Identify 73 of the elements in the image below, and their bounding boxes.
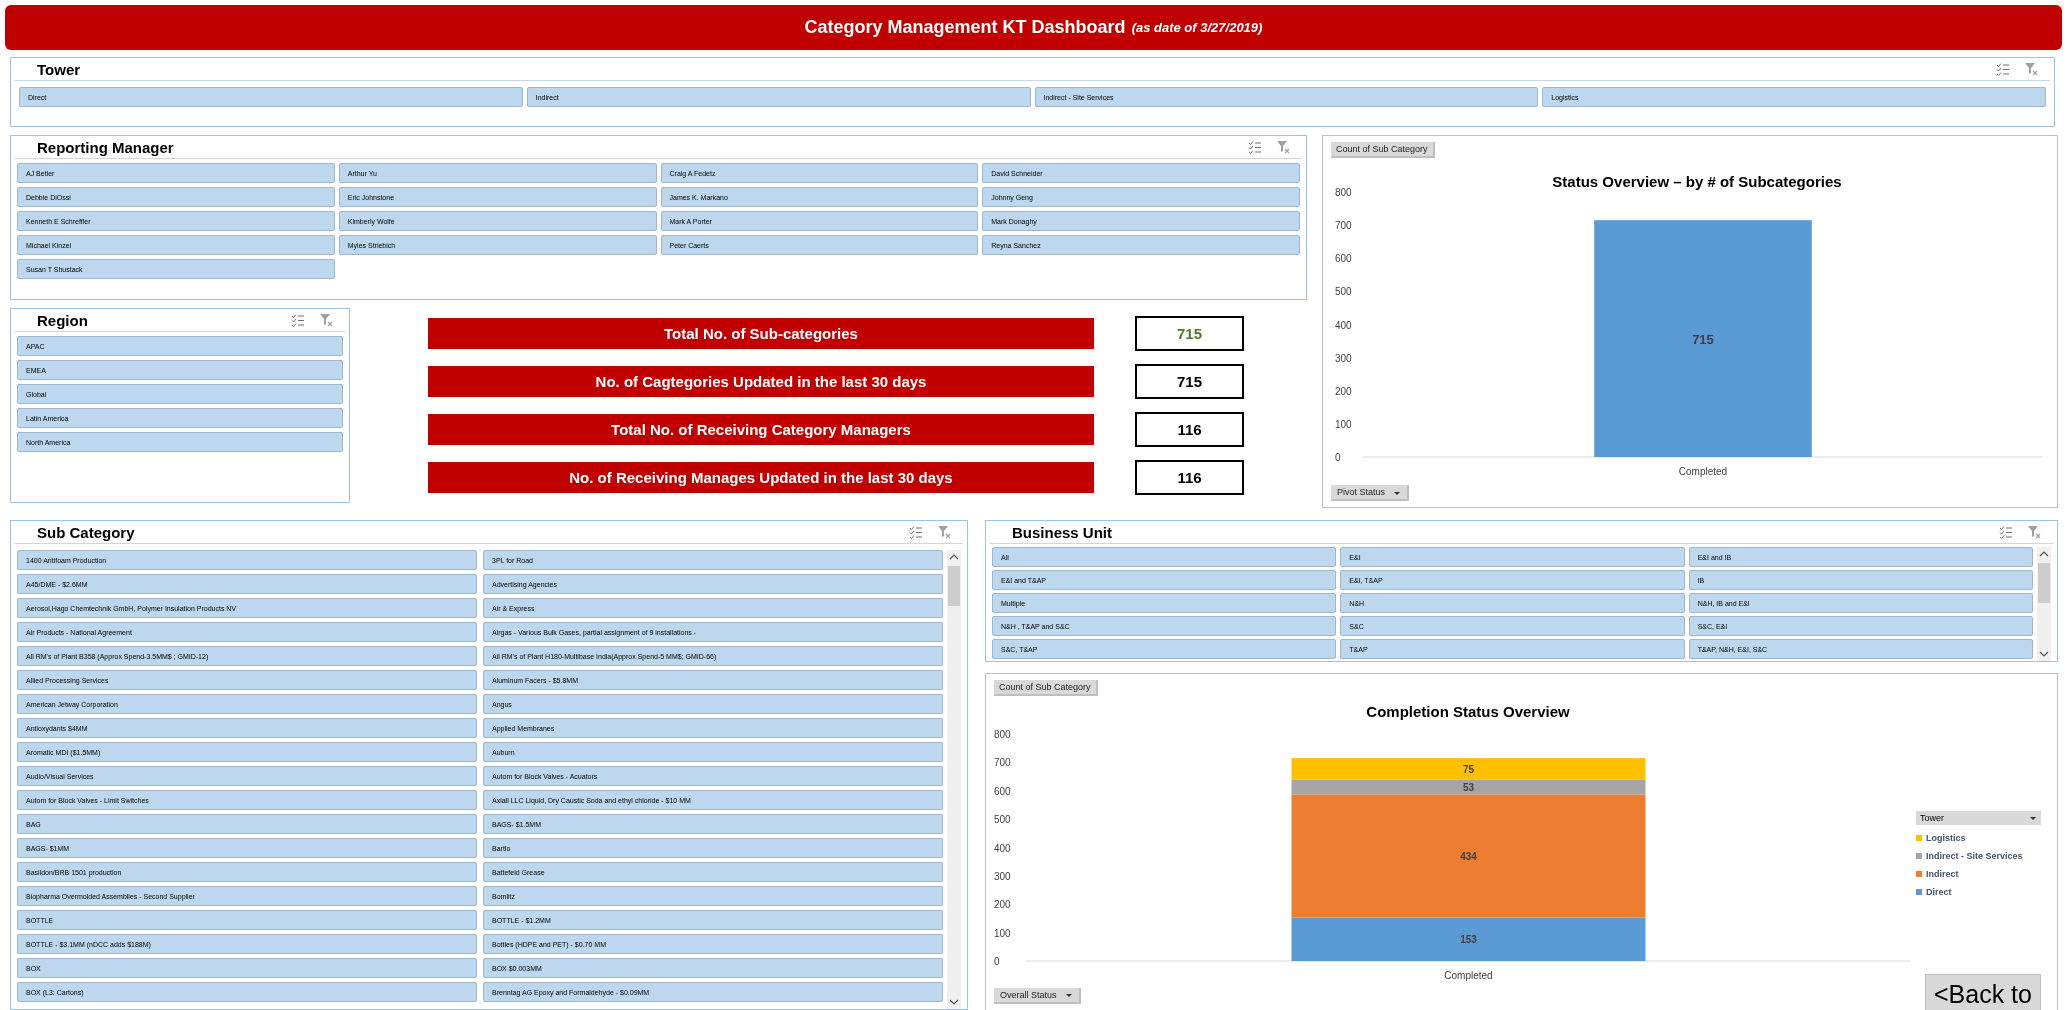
data-label: 53 (1462, 781, 1475, 793)
field-button[interactable]: Count of Sub Category (1331, 142, 1435, 158)
field-button[interactable]: Count of Sub Category (994, 680, 1098, 696)
multi-select-icon[interactable] (291, 313, 305, 327)
legend-label: Indirect - Site Services (1926, 851, 2023, 861)
axis-tick-label: 400 (994, 842, 1011, 854)
category-label: Completed (1678, 466, 1728, 477)
caret-icon (2029, 815, 2037, 821)
axis-tick-label: 0 (1335, 452, 1341, 463)
data-label: 153 (1460, 934, 1477, 946)
axis-tick-label: 300 (1335, 352, 1352, 364)
chart-title: Status Overview – by # of Subcategories (1552, 173, 1842, 190)
data-label: 715 (1692, 331, 1714, 347)
axis-tick-label: 400 (1335, 319, 1352, 331)
axis-tick-label: 0 (994, 956, 1000, 967)
caret-icon (1064, 992, 1073, 998)
slicer-title: Tower (37, 60, 81, 78)
category-label: Completed (1444, 970, 1493, 981)
scroll-up-icon[interactable] (2039, 551, 2049, 557)
kpi-label: Total No. of Sub-categories (428, 318, 1094, 349)
kpi-value: 715 (1135, 316, 1244, 351)
kpi-label: Total No. of Receiving Category Managers (428, 414, 1094, 445)
axis-tick-label: 500 (1335, 286, 1352, 298)
kpi-label: No. of Receiving Manages Updated in the last 30 days (428, 462, 1094, 493)
scroll-thumb[interactable] (2038, 563, 2050, 603)
legend-label: Indirect (1926, 869, 1959, 879)
axis-tick-label: 200 (1335, 385, 1352, 397)
axis-tick-label: 100 (994, 927, 1011, 939)
axis-tick-label: 700 (994, 757, 1011, 769)
legend-label: Direct (1926, 887, 1952, 897)
clear-filter-icon[interactable] (1276, 140, 1290, 154)
clear-filter-icon[interactable] (2027, 525, 2041, 539)
axis-tick-label: 100 (1335, 418, 1352, 430)
filter-dropdown[interactable]: Pivot Status (1331, 485, 1410, 501)
clear-filter-icon[interactable] (319, 313, 333, 327)
kpi-value: 715 (1135, 364, 1244, 399)
legend-label: Logistics (1926, 833, 1966, 843)
axis-tick-label: 700 (1335, 220, 1352, 232)
scroll-down-icon[interactable] (2039, 651, 2049, 657)
slicer-title: Region (37, 311, 88, 329)
scroll-thumb[interactable] (948, 566, 960, 606)
clear-filter-icon[interactable] (2024, 62, 2038, 76)
kpi-value: 116 (1135, 460, 1244, 495)
multi-select-icon[interactable] (1996, 62, 2010, 76)
clear-filter-icon[interactable] (937, 525, 951, 539)
axis-tick-label: 800 (1335, 187, 1352, 198)
axis-tick-label: 300 (994, 870, 1011, 882)
filter-dropdown[interactable]: Overall Status (994, 988, 1081, 1004)
multi-select-icon[interactable] (1999, 525, 2013, 539)
dashboard-title: Category Management KT Dashboard (804, 17, 1126, 38)
kpi-label: No. of Cagtegories Updated in the last 30 days (428, 366, 1094, 397)
slicer-title: Business Unit (1012, 523, 1113, 541)
scrollbar[interactable] (2037, 547, 2051, 661)
axis-tick-label: 500 (994, 814, 1011, 826)
multi-select-icon[interactable] (909, 525, 923, 539)
axis-tick-label: 600 (1335, 253, 1352, 265)
scroll-down-icon[interactable] (949, 999, 959, 1005)
slicer-title: Sub Category (37, 523, 135, 541)
date-note: (as date of 3/27/2019) (1131, 20, 1263, 35)
scroll-up-icon[interactable] (949, 554, 959, 560)
axis-tick-label: 800 (994, 729, 1011, 740)
data-label: 75 (1462, 763, 1475, 775)
caret-icon (1393, 491, 1402, 496)
scrollbar[interactable] (947, 550, 961, 1009)
kpi-value: 116 (1135, 412, 1244, 447)
back-button[interactable]: <Back to (1925, 974, 2041, 1010)
data-label: 434 (1460, 851, 1477, 862)
legend-filter-dropdown[interactable]: Tower (1916, 811, 2041, 825)
axis-tick-label: 600 (994, 785, 1011, 797)
slicer-title: Reporting Manager (37, 138, 174, 156)
axis-tick-label: 200 (994, 899, 1011, 911)
multi-select-icon[interactable] (1248, 140, 1262, 154)
chart-title: Completion Status Overview (1366, 703, 1570, 720)
